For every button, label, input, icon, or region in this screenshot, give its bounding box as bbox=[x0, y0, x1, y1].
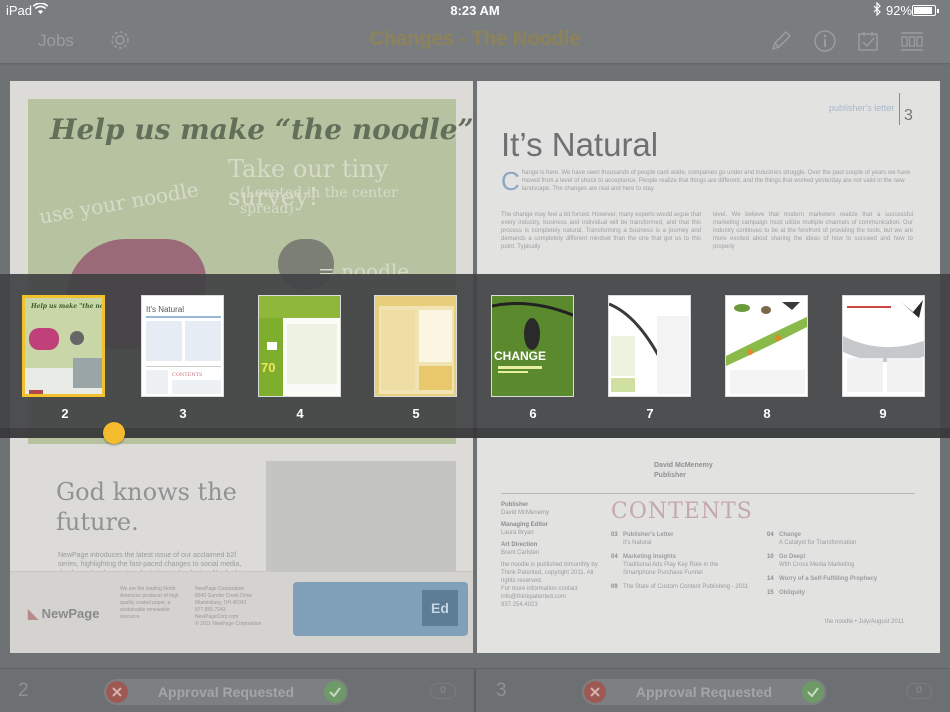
bluetooth-icon bbox=[873, 1, 881, 19]
masthead-item: Managing Editor Laura Bryan bbox=[501, 522, 548, 536]
right-approval-status: Approval Requested bbox=[582, 679, 826, 705]
approval-icon[interactable] bbox=[855, 28, 881, 54]
divider bbox=[474, 669, 476, 712]
thumbnail-page-9[interactable] bbox=[842, 295, 925, 397]
thumbnail-page-2[interactable]: Help us make "the noodle" better! bbox=[22, 295, 105, 397]
approve-button[interactable] bbox=[802, 681, 824, 703]
approval-status-label: Approval Requested bbox=[157, 684, 295, 700]
left-page-number: 2 bbox=[18, 680, 29, 701]
thumbnail-label: 3 bbox=[179, 406, 187, 421]
thumbnails-icon[interactable] bbox=[899, 28, 925, 54]
thumbnail-text: CHANGE bbox=[494, 349, 546, 363]
masthead: Publisher David McMenemy Managing Editor L… bbox=[501, 501, 606, 609]
svg-text:Help us make "the noodle" bett: Help us make "the noodle" better! bbox=[30, 303, 105, 310]
footer-col-2: NewPage Corporation 8540 Gander Creek Dr… bbox=[195, 586, 262, 627]
thumbnail-page-8[interactable] bbox=[725, 295, 808, 397]
page-number: 3 bbox=[899, 93, 939, 125]
thumbnail-label: 9 bbox=[879, 406, 887, 421]
masthead-item: Publisher David McMenemy bbox=[501, 502, 550, 516]
right-footer: the noodle • July/August 2011 bbox=[825, 619, 905, 625]
check-icon bbox=[329, 687, 341, 698]
thumbnail-page-6[interactable]: CHANGE bbox=[491, 295, 574, 397]
thumbnail-label: 5 bbox=[412, 406, 420, 421]
page-title: Changes - The Noodle bbox=[369, 28, 581, 50]
article-lede: Change is here. We have seen thousands o… bbox=[501, 166, 911, 196]
status-bar: iPad 8:23 AM 92% bbox=[0, 0, 950, 20]
article-title: It’s Natural bbox=[501, 126, 659, 163]
divider bbox=[501, 493, 915, 494]
masthead-note: the noodle is published bimonthly by Thi… bbox=[501, 562, 598, 608]
footer-col-1: We are the leading North American produc… bbox=[120, 586, 179, 620]
newpage-logo: ◣ NewPage bbox=[28, 606, 100, 621]
contents-heading: CONTENTS bbox=[611, 499, 753, 524]
thumbnail-page-5[interactable] bbox=[374, 295, 457, 397]
toc-item: 14 Worry of a Self-Fulfilling Prophecy bbox=[767, 576, 878, 582]
ad-title: Help us make “the noodle” better! bbox=[50, 113, 473, 146]
battery-percent: 92% bbox=[886, 3, 913, 18]
thumbnail-text: CONTENTS bbox=[172, 372, 203, 378]
ed-promo: Ed bbox=[293, 582, 468, 636]
thumbnail-label: 4 bbox=[296, 406, 304, 421]
toc-item: 15 Obliquity bbox=[767, 590, 805, 596]
toc-item: 04 Change A Catalyst for Transformation bbox=[767, 532, 857, 546]
ad-location-text: (Located in the center spread) bbox=[240, 185, 398, 217]
thumbnail-label: 2 bbox=[61, 406, 69, 421]
thumbnail-text: It's Natural bbox=[146, 305, 184, 314]
thumbnail-strip[interactable]: Help us make "the noodle" better! 2 It's… bbox=[0, 274, 950, 444]
signature-name: David McMenemy bbox=[654, 462, 713, 469]
left-footer: ◣ NewPage We are the leading North Ameri… bbox=[10, 571, 473, 653]
approval-status-label: Approval Requested bbox=[635, 684, 773, 700]
toc-left: 03 Publisher's Letter It's Natural 04 Marke… bbox=[611, 531, 751, 591]
left-headline: God knows the future. bbox=[56, 478, 237, 536]
bottom-bar: 2 Approval Requested 0 3 Approval Reques… bbox=[0, 668, 950, 712]
battery-icon bbox=[912, 5, 939, 16]
clock: 8:23 AM bbox=[450, 3, 500, 18]
masthead-item: Art Direction Brent Carlsten bbox=[501, 542, 540, 556]
toc-item: 03 Publisher's Letter It's Natural bbox=[611, 532, 674, 546]
left-comment-count[interactable]: 0 bbox=[430, 683, 456, 699]
toc-item: 09 The State of Custom Content Publishing… bbox=[611, 584, 749, 590]
thumbnail-label: 7 bbox=[646, 406, 654, 421]
thumbnail-text: 70 bbox=[261, 360, 275, 375]
signature-role: Publisher bbox=[654, 472, 686, 479]
article-col-1: The change may feel a bit forced. Howeve… bbox=[501, 212, 701, 250]
ad-use-text: use your noodle bbox=[37, 177, 201, 229]
pencil-icon[interactable] bbox=[768, 28, 794, 54]
thumbnail-label: 6 bbox=[529, 406, 537, 421]
right-page-number: 3 bbox=[496, 680, 507, 701]
toc-item: 04 Marketing Insights Traditional Ads Play… bbox=[611, 554, 719, 576]
signature: David McMenemy Publisher bbox=[654, 461, 713, 481]
article-col-2: level. We believe that modern marketers … bbox=[713, 212, 913, 250]
drop-cap: C bbox=[501, 166, 520, 196]
thumbnail-page-4[interactable]: 70 bbox=[258, 295, 341, 397]
thumbnail-label: 8 bbox=[763, 406, 771, 421]
ed-badge: Ed bbox=[422, 590, 458, 626]
check-icon bbox=[807, 687, 819, 698]
left-approval-status: Approval Requested bbox=[104, 679, 348, 705]
scrubber-track[interactable] bbox=[0, 428, 950, 438]
approve-button[interactable] bbox=[324, 681, 346, 703]
toc-item: 10 Go Deep! With Cross Media Marketing bbox=[767, 554, 855, 568]
toc-right: 04 Change A Catalyst for Transformation 10… bbox=[767, 531, 917, 597]
right-comment-count[interactable]: 0 bbox=[906, 683, 932, 699]
scrubber-knob[interactable] bbox=[103, 422, 125, 444]
nav-bar: Jobs Changes - The Noodle bbox=[0, 20, 950, 64]
info-icon[interactable] bbox=[812, 28, 838, 54]
thumbnail-page-7[interactable] bbox=[608, 295, 691, 397]
thumbnail-page-3[interactable]: It's Natural CONTENTS bbox=[141, 295, 224, 397]
section-label: publisher's letter bbox=[829, 103, 895, 113]
